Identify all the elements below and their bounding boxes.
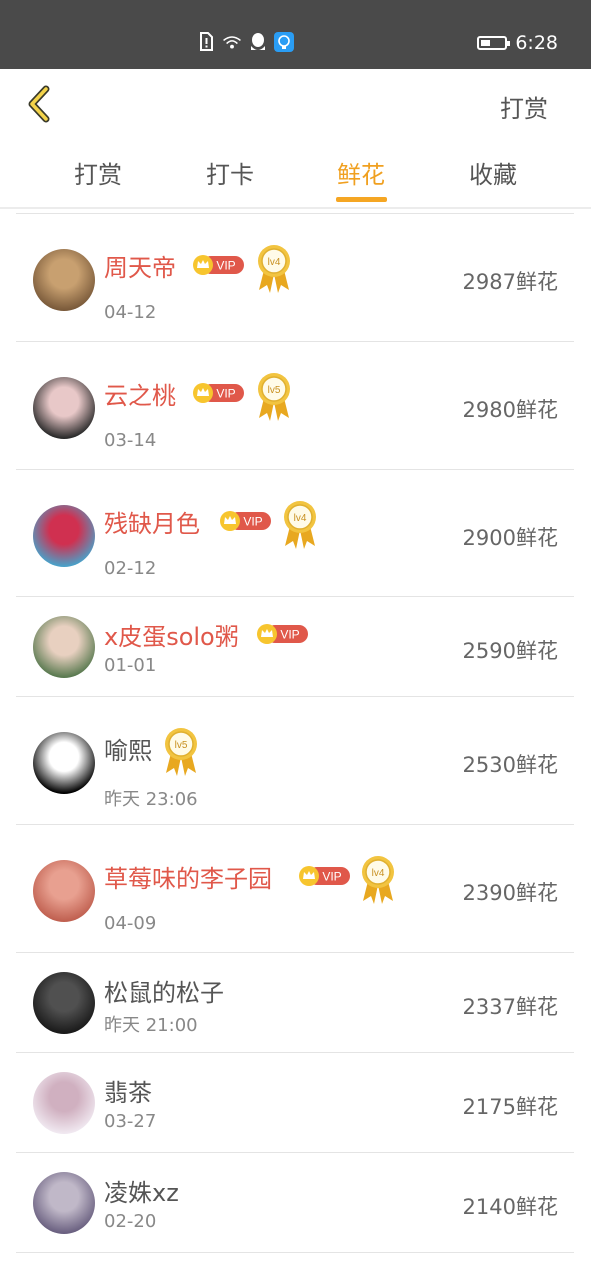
level-medal-icon: lv4 [282, 500, 318, 550]
status-right: 6:28 [477, 32, 558, 54]
list-item[interactable]: 翡茶 03-27 2175鲜花 [16, 1052, 574, 1152]
timestamp: 昨天 21:00 [104, 1015, 198, 1036]
qq-icon [248, 32, 268, 52]
list-item[interactable]: 周天帝 VIP lv4 04-12 2987鲜花 [16, 213, 574, 341]
vip-text: VIP [216, 259, 235, 273]
avatar[interactable] [33, 860, 95, 922]
app-notification-icon [274, 32, 294, 52]
status-bar: 6:28 [0, 0, 591, 69]
timestamp: 03-27 [104, 1111, 157, 1132]
vip-text: VIP [243, 515, 262, 529]
avatar[interactable] [33, 377, 95, 439]
timestamp: 02-20 [104, 1211, 157, 1232]
user-name[interactable]: 云之桃 [104, 376, 176, 411]
user-name[interactable]: 周天帝 [104, 248, 176, 283]
list-item[interactable]: 喻熙 lv5 昨天 23:06 2530鲜花 [16, 696, 574, 824]
vip-badge: VIP [192, 382, 246, 403]
level-text: lv4 [372, 868, 385, 879]
list-item[interactable]: 草莓味的李子园 VIP lv4 04-09 2390鲜花 [16, 824, 574, 952]
timestamp: 昨天 23:06 [104, 789, 198, 810]
tab-checkin[interactable]: 打卡 [190, 155, 270, 190]
vip-text: VIP [280, 628, 299, 642]
level-text: lv5 [175, 740, 188, 751]
avatar[interactable] [33, 504, 95, 567]
tab-reward[interactable]: 打赏 [58, 155, 138, 190]
user-name[interactable]: 残缺月色 [104, 504, 200, 539]
flower-count: 2590鲜花 [462, 639, 558, 663]
timestamp: 03-14 [104, 430, 157, 451]
avatar[interactable] [33, 732, 95, 794]
flower-count: 2140鲜花 [462, 1195, 558, 1219]
avatar[interactable] [33, 972, 95, 1034]
flower-ranking-list: 周天帝 VIP lv4 04-12 2987鲜花云之桃 VIP lv5 03-14 2980鲜花… [16, 213, 574, 1253]
tab-flowers[interactable]: 鲜花 [321, 155, 401, 190]
list-end-divider [16, 1252, 574, 1253]
back-button[interactable] [22, 83, 56, 127]
tab-favorites[interactable]: 收藏 [453, 155, 533, 190]
list-item[interactable]: x皮蛋solo粥 VIP 01-01 2590鲜花 [16, 596, 574, 696]
avatar[interactable] [33, 1172, 95, 1234]
level-medal-icon: lv5 [163, 727, 199, 777]
user-name[interactable]: 草莓味的李子园 [104, 859, 272, 894]
status-icons [196, 32, 294, 52]
divider [0, 207, 591, 209]
flower-count: 2175鲜花 [462, 1095, 558, 1119]
timestamp: 02-12 [104, 558, 157, 579]
timestamp: 04-12 [104, 302, 157, 323]
flower-count: 2987鲜花 [462, 270, 558, 294]
battery-icon [477, 36, 511, 50]
flower-count: 2980鲜花 [462, 398, 558, 422]
user-name[interactable]: 松鼠的松子 [104, 973, 224, 1008]
chevron-left-icon [28, 85, 50, 123]
avatar[interactable] [33, 249, 95, 311]
list-item[interactable]: 凌姝xz 02-20 2140鲜花 [16, 1152, 574, 1252]
level-text: lv5 [268, 385, 281, 396]
level-medal-icon: lv5 [256, 372, 292, 422]
avatar[interactable] [33, 616, 95, 678]
flower-count: 2900鲜花 [462, 526, 558, 550]
flower-count: 2530鲜花 [462, 753, 558, 777]
list-item[interactable]: 残缺月色 VIP lv4 02-12 2900鲜花 [16, 469, 574, 596]
vip-text: VIP [216, 387, 235, 401]
vip-badge: VIP [219, 510, 273, 531]
clock: 6:28 [515, 32, 558, 54]
reward-link[interactable]: 打赏 [500, 89, 548, 124]
vip-badge: VIP [192, 254, 246, 275]
user-name[interactable]: 翡茶 [104, 1073, 152, 1108]
sim-card-icon [196, 32, 216, 52]
vip-badge: VIP [298, 865, 352, 886]
flower-count: 2337鲜花 [462, 995, 558, 1019]
list-item[interactable]: 云之桃 VIP lv5 03-14 2980鲜花 [16, 341, 574, 469]
level-text: lv4 [294, 513, 307, 524]
list-item[interactable]: 松鼠的松子昨天 21:00 2337鲜花 [16, 952, 574, 1052]
timestamp: 01-01 [104, 655, 157, 676]
top-nav: 打赏 [0, 69, 591, 141]
active-tab-indicator [336, 197, 387, 202]
wifi-icon [222, 32, 242, 52]
avatar[interactable] [33, 1072, 95, 1134]
flower-count: 2390鲜花 [462, 881, 558, 905]
level-text: lv4 [268, 257, 281, 268]
timestamp: 04-09 [104, 913, 157, 934]
tab-bar: 打赏 打卡 鲜花 收藏 [0, 145, 591, 207]
user-name[interactable]: x皮蛋solo粥 [104, 617, 239, 652]
vip-badge: VIP [256, 623, 310, 644]
user-name[interactable]: 凌姝xz [104, 1173, 179, 1208]
level-medal-icon: lv4 [256, 244, 292, 294]
vip-text: VIP [322, 870, 341, 884]
level-medal-icon: lv4 [360, 855, 396, 905]
user-name[interactable]: 喻熙 [104, 731, 152, 766]
